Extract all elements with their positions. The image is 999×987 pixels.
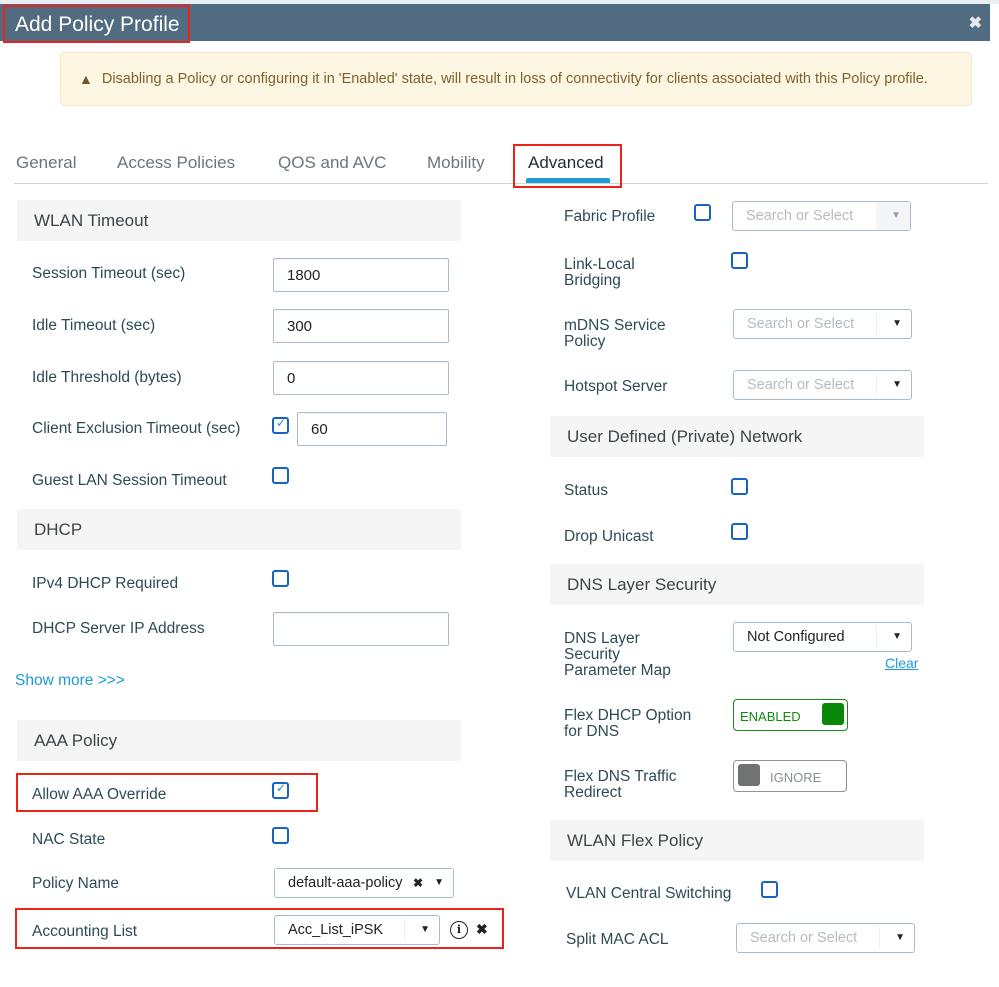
- warning-icon: ▲: [79, 71, 93, 87]
- vlan-central-label: VLAN Central Switching: [566, 885, 732, 902]
- idle-threshold-label: Idle Threshold (bytes): [32, 369, 182, 386]
- ipv4-dhcp-checkbox[interactable]: [272, 570, 289, 587]
- alert-text: Disabling a Policy or configuring it in …: [101, 71, 928, 87]
- allow-aaa-override-checkbox[interactable]: [272, 781, 289, 799]
- select-divider: [876, 626, 877, 648]
- mdns-placeholder: Search or Select: [747, 316, 855, 332]
- mdns-label-2: Policy: [564, 333, 606, 350]
- client-exclusion-input[interactable]: [297, 412, 447, 446]
- vlan-central-checkbox[interactable]: [761, 881, 778, 898]
- split-mac-placeholder: Search or Select: [750, 930, 858, 946]
- nac-state-checkbox[interactable]: [272, 827, 289, 844]
- split-mac-select[interactable]: Search or Select ▼: [736, 923, 915, 953]
- flex-dhcp-toggle[interactable]: ENABLED: [733, 699, 848, 731]
- accounting-list-select[interactable]: Acc_List_iPSK ▼: [274, 915, 440, 945]
- fabric-profile-select[interactable]: Search or Select ▼: [732, 201, 911, 231]
- dhcp-server-input[interactable]: [273, 612, 449, 646]
- close-icon[interactable]: ✖: [969, 13, 982, 33]
- warning-alert: ▲ Disabling a Policy or configuring it i…: [60, 52, 972, 106]
- chevron-down-icon: ▼: [892, 631, 902, 642]
- dialog-title: Add Policy Profile: [3, 5, 190, 43]
- guest-lan-label: Guest LAN Session Timeout: [32, 472, 227, 489]
- tab-qos-avc[interactable]: QOS and AVC: [278, 153, 386, 173]
- toggle-knob: [822, 703, 844, 725]
- flex-dhcp-label-1: Flex DHCP Option: [564, 707, 692, 724]
- fabric-profile-placeholder: Search or Select: [746, 208, 854, 224]
- hotspot-label: Hotspot Server: [564, 378, 668, 395]
- idle-timeout-label: Idle Timeout (sec): [32, 317, 156, 334]
- show-more-link[interactable]: Show more >>>: [15, 672, 125, 690]
- split-mac-label: Split MAC ACL: [566, 931, 669, 948]
- idle-timeout-input[interactable]: [273, 309, 449, 343]
- link-local-label-2: Bridging: [564, 272, 621, 289]
- flex-dns-label-2: Redirect: [564, 784, 622, 801]
- section-user-defined-network: User Defined (Private) Network: [550, 416, 924, 457]
- section-aaa-policy: AAA Policy: [17, 720, 461, 761]
- tab-general[interactable]: General: [16, 153, 76, 173]
- link-local-checkbox[interactable]: [731, 252, 748, 269]
- section-dns-layer-security: DNS Layer Security: [550, 564, 924, 605]
- select-divider: [876, 374, 877, 396]
- chevron-down-icon: ▼: [892, 379, 902, 390]
- status-label: Status: [564, 482, 608, 499]
- accounting-list-label: Accounting List: [32, 923, 138, 940]
- chevron-down-icon: ▼: [892, 318, 902, 329]
- ipv4-dhcp-label: IPv4 DHCP Required: [32, 575, 179, 592]
- fabric-profile-checkbox[interactable]: [694, 204, 711, 221]
- flex-dhcp-label-2: for DNS: [564, 723, 620, 740]
- toggle-state-text: IGNORE: [770, 770, 822, 785]
- policy-name-select[interactable]: default-aaa-policy ✖ ▼: [274, 868, 454, 898]
- toggle-knob: [738, 764, 760, 786]
- info-icon[interactable]: i: [450, 921, 468, 939]
- flex-dns-label-1: Flex DNS Traffic: [564, 768, 677, 785]
- toggle-state-text: ENABLED: [740, 709, 801, 724]
- chevron-down-icon: ▼: [420, 924, 430, 935]
- fabric-profile-label: Fabric Profile: [564, 208, 656, 225]
- select-divider: [404, 919, 405, 941]
- hotspot-placeholder: Search or Select: [747, 377, 855, 393]
- drop-unicast-label: Drop Unicast: [564, 528, 654, 545]
- chevron-down-icon: ▼: [434, 877, 444, 888]
- tab-access-policies[interactable]: Access Policies: [117, 153, 235, 173]
- link-local-label-1: Link-Local: [564, 256, 635, 273]
- dns-param-label-3: Parameter Map: [564, 662, 671, 679]
- dns-param-select[interactable]: Not Configured ▼: [733, 622, 912, 652]
- section-dhcp: DHCP: [17, 509, 461, 550]
- select-divider: [876, 313, 877, 335]
- session-timeout-input[interactable]: [273, 258, 449, 292]
- clear-link[interactable]: Clear: [885, 655, 918, 671]
- session-timeout-label: Session Timeout (sec): [32, 265, 186, 282]
- policy-name-value: default-aaa-policy: [288, 875, 403, 891]
- dns-param-value: Not Configured: [747, 629, 845, 645]
- client-exclusion-checkbox[interactable]: [272, 416, 289, 434]
- chevron-down-icon: ▼: [895, 932, 905, 943]
- section-wlan-flex-policy: WLAN Flex Policy: [550, 820, 924, 861]
- clear-policy-icon[interactable]: ✖: [413, 869, 423, 897]
- tab-mobility[interactable]: Mobility: [427, 153, 485, 173]
- mdns-select[interactable]: Search or Select ▼: [733, 309, 912, 339]
- dns-param-label-2: Security: [564, 646, 620, 663]
- nac-state-label: NAC State: [32, 831, 106, 848]
- section-wlan-timeout: WLAN Timeout: [17, 200, 461, 241]
- dns-param-label-1: DNS Layer: [564, 630, 640, 647]
- drop-unicast-checkbox[interactable]: [731, 523, 748, 540]
- flex-dns-toggle[interactable]: IGNORE: [733, 760, 847, 792]
- mdns-label-1: mDNS Service: [564, 317, 666, 334]
- status-checkbox[interactable]: [731, 478, 748, 495]
- guest-lan-checkbox[interactable]: [272, 467, 289, 484]
- select-divider: [879, 927, 880, 949]
- clear-accounting-icon[interactable]: ✖: [476, 921, 488, 938]
- idle-threshold-input[interactable]: [273, 361, 449, 395]
- client-exclusion-label: Client Exclusion Timeout (sec): [32, 420, 241, 437]
- allow-aaa-override-label: Allow AAA Override: [32, 786, 167, 803]
- tab-bar: General Access Policies QOS and AVC Mobi…: [14, 143, 988, 188]
- accounting-list-value: Acc_List_iPSK: [288, 922, 384, 938]
- chevron-down-icon: ▼: [891, 210, 901, 221]
- highlight-box-advanced-tab: [513, 144, 622, 188]
- policy-name-label: Policy Name: [32, 875, 119, 892]
- hotspot-select[interactable]: Search or Select ▼: [733, 370, 912, 400]
- dhcp-server-label: DHCP Server IP Address: [32, 620, 205, 637]
- dialog-header: Add Policy Profile ✖: [0, 4, 990, 43]
